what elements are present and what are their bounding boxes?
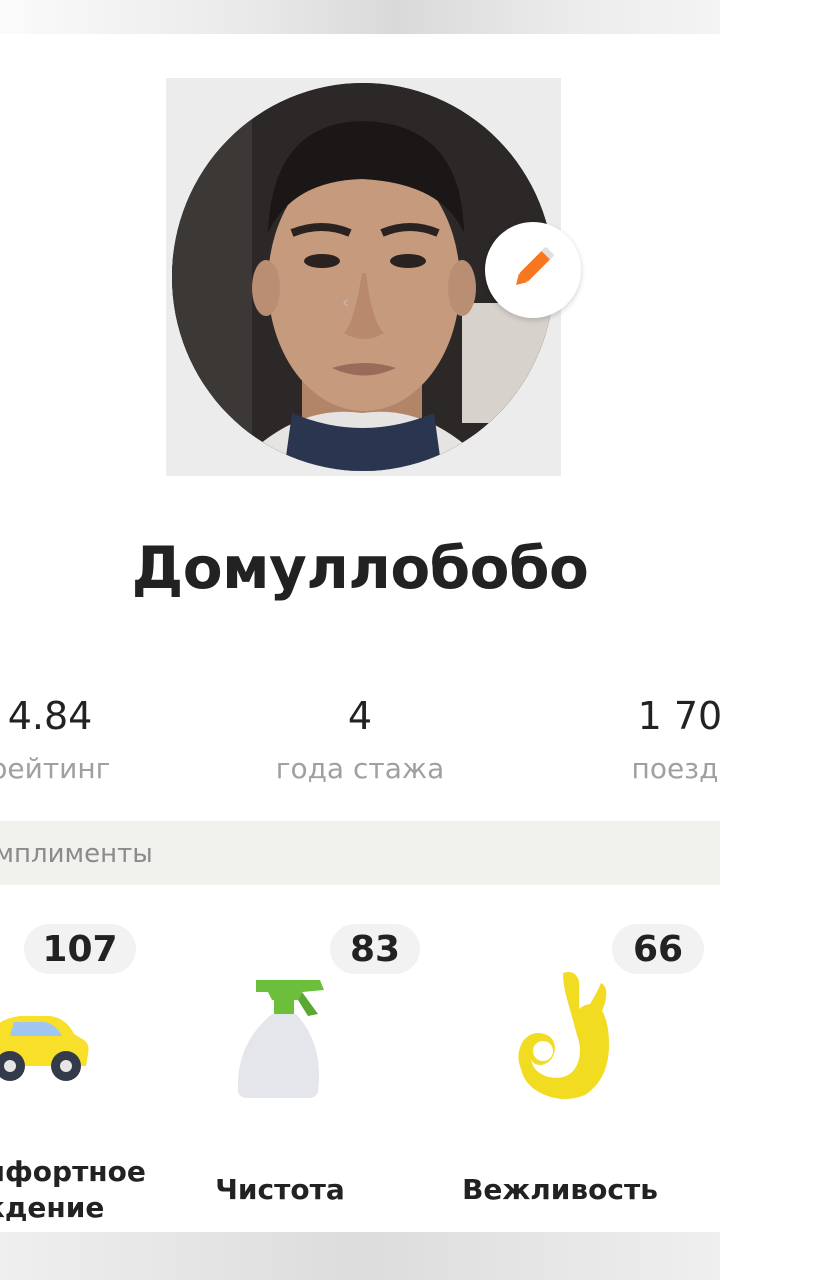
- rating-stat: 4.84 рейтинг: [0, 694, 140, 785]
- compliment-label: Комфортное вождение: [0, 1154, 146, 1226]
- spray-bottle-icon: [228, 974, 338, 1104]
- edit-photo-button[interactable]: [485, 222, 581, 318]
- trips-label: поездок: [631, 752, 720, 785]
- trips-value: 1 709: [637, 694, 720, 738]
- rating-label: рейтинг: [0, 752, 111, 785]
- pencil-icon: [505, 240, 561, 300]
- trips-stat: 1 709 поездок: [592, 694, 720, 785]
- experience-value: 4: [347, 694, 373, 738]
- compliment-count-badge: 66: [612, 924, 704, 974]
- compliment-count-badge: 107: [24, 924, 136, 974]
- ok-hand-icon: [505, 969, 625, 1104]
- rating-value: 4.84: [7, 694, 93, 738]
- chevron-left-icon: ‹: [342, 292, 350, 313]
- experience-stat: 4 года стажа: [250, 694, 470, 785]
- compliment-label-line2: вождение: [0, 1191, 105, 1224]
- compliment-label: Вежливость: [462, 1173, 658, 1206]
- compliment-label: Чистота: [215, 1173, 345, 1206]
- status-bar: [0, 0, 720, 34]
- right-margin: [720, 0, 822, 1280]
- experience-label: года стажа: [275, 752, 445, 785]
- driver-name: Домуллобобо: [131, 534, 589, 602]
- compliments-header: Комплименты: [0, 821, 720, 885]
- compliment-count-badge: 83: [330, 924, 420, 974]
- compliments-title: Комплименты: [0, 839, 153, 869]
- compliment-label-line1: Комфортное: [0, 1155, 146, 1188]
- taxi-car-icon: [0, 984, 90, 1094]
- bottom-edge: [0, 1232, 720, 1280]
- profile-screen: ‹ Домуллобобо 4.84 рейтинг 4 года стажа …: [0, 34, 720, 1280]
